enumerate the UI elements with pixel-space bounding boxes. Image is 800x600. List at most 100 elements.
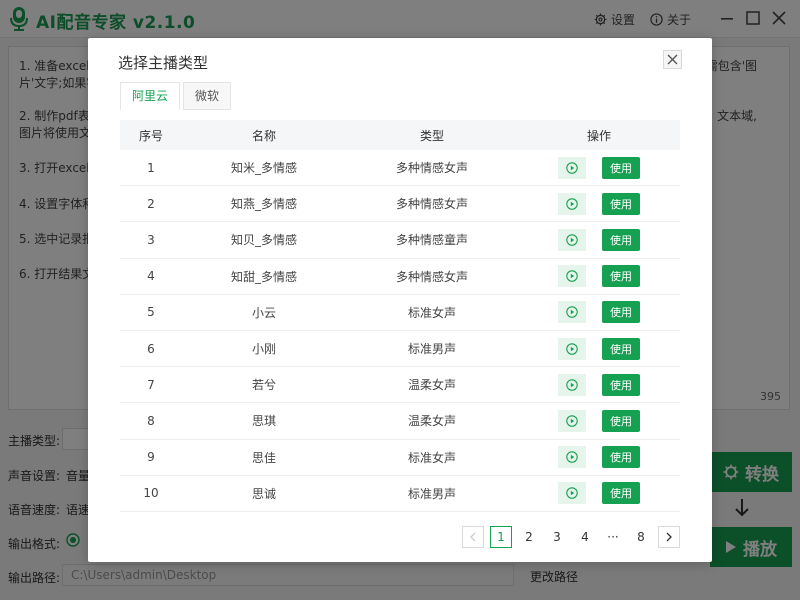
table-row: 9 思佳 标准女声 使用 <box>120 440 680 476</box>
anchor-type: 标准女声 <box>407 305 456 320</box>
row-actions: 使用 <box>518 186 680 221</box>
preview-play-button[interactable] <box>558 409 586 432</box>
chevron-right-icon <box>666 532 672 542</box>
anchor-table: 序号 名称 类型 操作 1 知米_多情感 多种情感女声 使用 2 知燕_多情感 多种情感女声… <box>120 120 680 512</box>
use-button[interactable]: 使用 <box>602 228 640 251</box>
use-button[interactable]: 使用 <box>602 156 640 179</box>
anchor-type: 多种情感女声 <box>395 269 468 284</box>
use-button[interactable]: 使用 <box>602 373 640 396</box>
table-row: 1 知米_多情感 多种情感女声 使用 <box>120 150 680 187</box>
preview-play-button[interactable] <box>558 192 586 215</box>
chevron-left-icon <box>470 532 476 542</box>
row-index: 2 <box>147 196 155 211</box>
preview-play-button[interactable] <box>558 482 586 505</box>
preview-play-button[interactable] <box>558 156 586 179</box>
row-index: 5 <box>147 305 155 320</box>
use-button[interactable]: 使用 <box>602 446 640 469</box>
preview-play-button[interactable] <box>558 228 586 251</box>
tab-microsoft[interactable]: 微软 <box>183 82 232 110</box>
table-row: 10 思诚 标准男声 使用 <box>120 476 680 512</box>
table-row: 3 知贝_多情感 多种情感童声 使用 <box>120 222 680 259</box>
row-actions: 使用 <box>518 403 680 438</box>
use-button[interactable]: 使用 <box>602 301 640 324</box>
use-button[interactable]: 使用 <box>602 337 640 360</box>
row-actions: 使用 <box>518 440 680 475</box>
play-circle-icon <box>566 487 578 500</box>
anchor-type: 标准男声 <box>407 342 456 357</box>
anchor-name: 若兮 <box>251 378 276 393</box>
row-actions: 使用 <box>518 150 680 185</box>
dialog-title: 选择主播类型 <box>118 54 209 72</box>
anchor-name: 知甜_多情感 <box>230 269 297 284</box>
column-header: 类型 <box>419 128 444 143</box>
page-button[interactable]: 1 <box>490 526 512 548</box>
anchor-type: 标准女声 <box>407 450 456 465</box>
preview-play-button[interactable] <box>558 337 586 360</box>
dialog-close-button[interactable] <box>663 50 682 69</box>
row-actions: 使用 <box>518 331 680 366</box>
play-circle-icon <box>566 198 578 210</box>
anchor-type-dialog: 选择主播类型 阿里云 微软 序号 名称 类型 操作 1 知米_多情感 多种情感女声使… <box>88 38 712 562</box>
table-header: 序号 名称 类型 操作 <box>120 120 680 150</box>
anchor-name: 知贝_多情感 <box>230 233 297 248</box>
play-circle-icon <box>566 234 578 246</box>
anchor-name: 小云 <box>251 305 276 320</box>
column-header: 序号 <box>138 128 163 143</box>
pagination: 1 2 3 4 ··· 8 <box>462 526 680 548</box>
anchor-name: 知米_多情感 <box>230 161 297 176</box>
page-button[interactable]: 4 <box>574 526 596 548</box>
tab-aliyun[interactable]: 阿里云 <box>120 82 181 110</box>
use-button[interactable]: 使用 <box>602 409 640 432</box>
row-index: 4 <box>147 269 155 284</box>
use-button[interactable]: 使用 <box>602 192 640 215</box>
column-header: 操作 <box>586 128 611 143</box>
play-circle-icon <box>566 378 578 391</box>
column-header: 名称 <box>251 128 276 143</box>
row-index: 7 <box>147 377 155 392</box>
row-actions: 使用 <box>518 259 680 294</box>
row-index: 8 <box>147 413 155 428</box>
table-row: 4 知甜_多情感 多种情感女声 使用 <box>120 259 680 295</box>
anchor-name: 思佳 <box>251 450 276 465</box>
anchor-name: 小刚 <box>251 342 276 357</box>
use-button[interactable]: 使用 <box>602 265 640 288</box>
preview-play-button[interactable] <box>558 446 586 469</box>
page-button[interactable]: 8 <box>630 526 652 548</box>
play-circle-icon <box>566 306 578 319</box>
provider-tabs: 阿里云 微软 <box>120 82 234 110</box>
play-circle-icon <box>566 415 578 427</box>
anchor-name: 思诚 <box>251 486 276 501</box>
preview-play-button[interactable] <box>558 301 586 324</box>
row-index: 6 <box>147 341 155 356</box>
row-index: 1 <box>147 160 155 175</box>
row-index: 9 <box>147 450 155 465</box>
play-circle-icon <box>566 451 578 463</box>
table-row: 8 思琪 温柔女声 使用 <box>120 403 680 440</box>
anchor-type: 温柔女声 <box>407 378 456 393</box>
row-actions: 使用 <box>518 367 680 402</box>
page-ellipsis[interactable]: ··· <box>602 526 624 548</box>
preview-play-button[interactable] <box>558 265 586 288</box>
prev-page-button[interactable] <box>462 526 484 548</box>
table-row: 5 小云 标准女声 使用 <box>120 295 680 331</box>
page-button[interactable]: 2 <box>518 526 540 548</box>
anchor-type: 标准男声 <box>407 486 456 501</box>
anchor-type: 多种情感女声 <box>395 161 468 176</box>
page-button[interactable]: 3 <box>546 526 568 548</box>
next-page-button[interactable] <box>658 526 680 548</box>
anchor-name: 思琪 <box>251 414 276 429</box>
row-actions: 使用 <box>518 295 680 330</box>
row-actions: 使用 <box>518 476 680 511</box>
preview-play-button[interactable] <box>558 373 586 396</box>
anchor-name: 知燕_多情感 <box>230 197 297 212</box>
anchor-type: 温柔女声 <box>407 414 456 429</box>
table-row: 2 知燕_多情感 多种情感女声 使用 <box>120 186 680 223</box>
row-actions: 使用 <box>518 222 680 257</box>
row-index: 10 <box>143 486 159 501</box>
play-circle-icon <box>566 270 578 282</box>
close-icon <box>667 54 678 65</box>
anchor-type: 多种情感女声 <box>395 197 468 212</box>
table-body: 1 知米_多情感 多种情感女声 使用 2 知燕_多情感 多种情感女声 使用 3 知贝_多情感 多种情… <box>120 150 680 512</box>
use-button[interactable]: 使用 <box>602 482 640 505</box>
row-index: 3 <box>147 232 155 247</box>
